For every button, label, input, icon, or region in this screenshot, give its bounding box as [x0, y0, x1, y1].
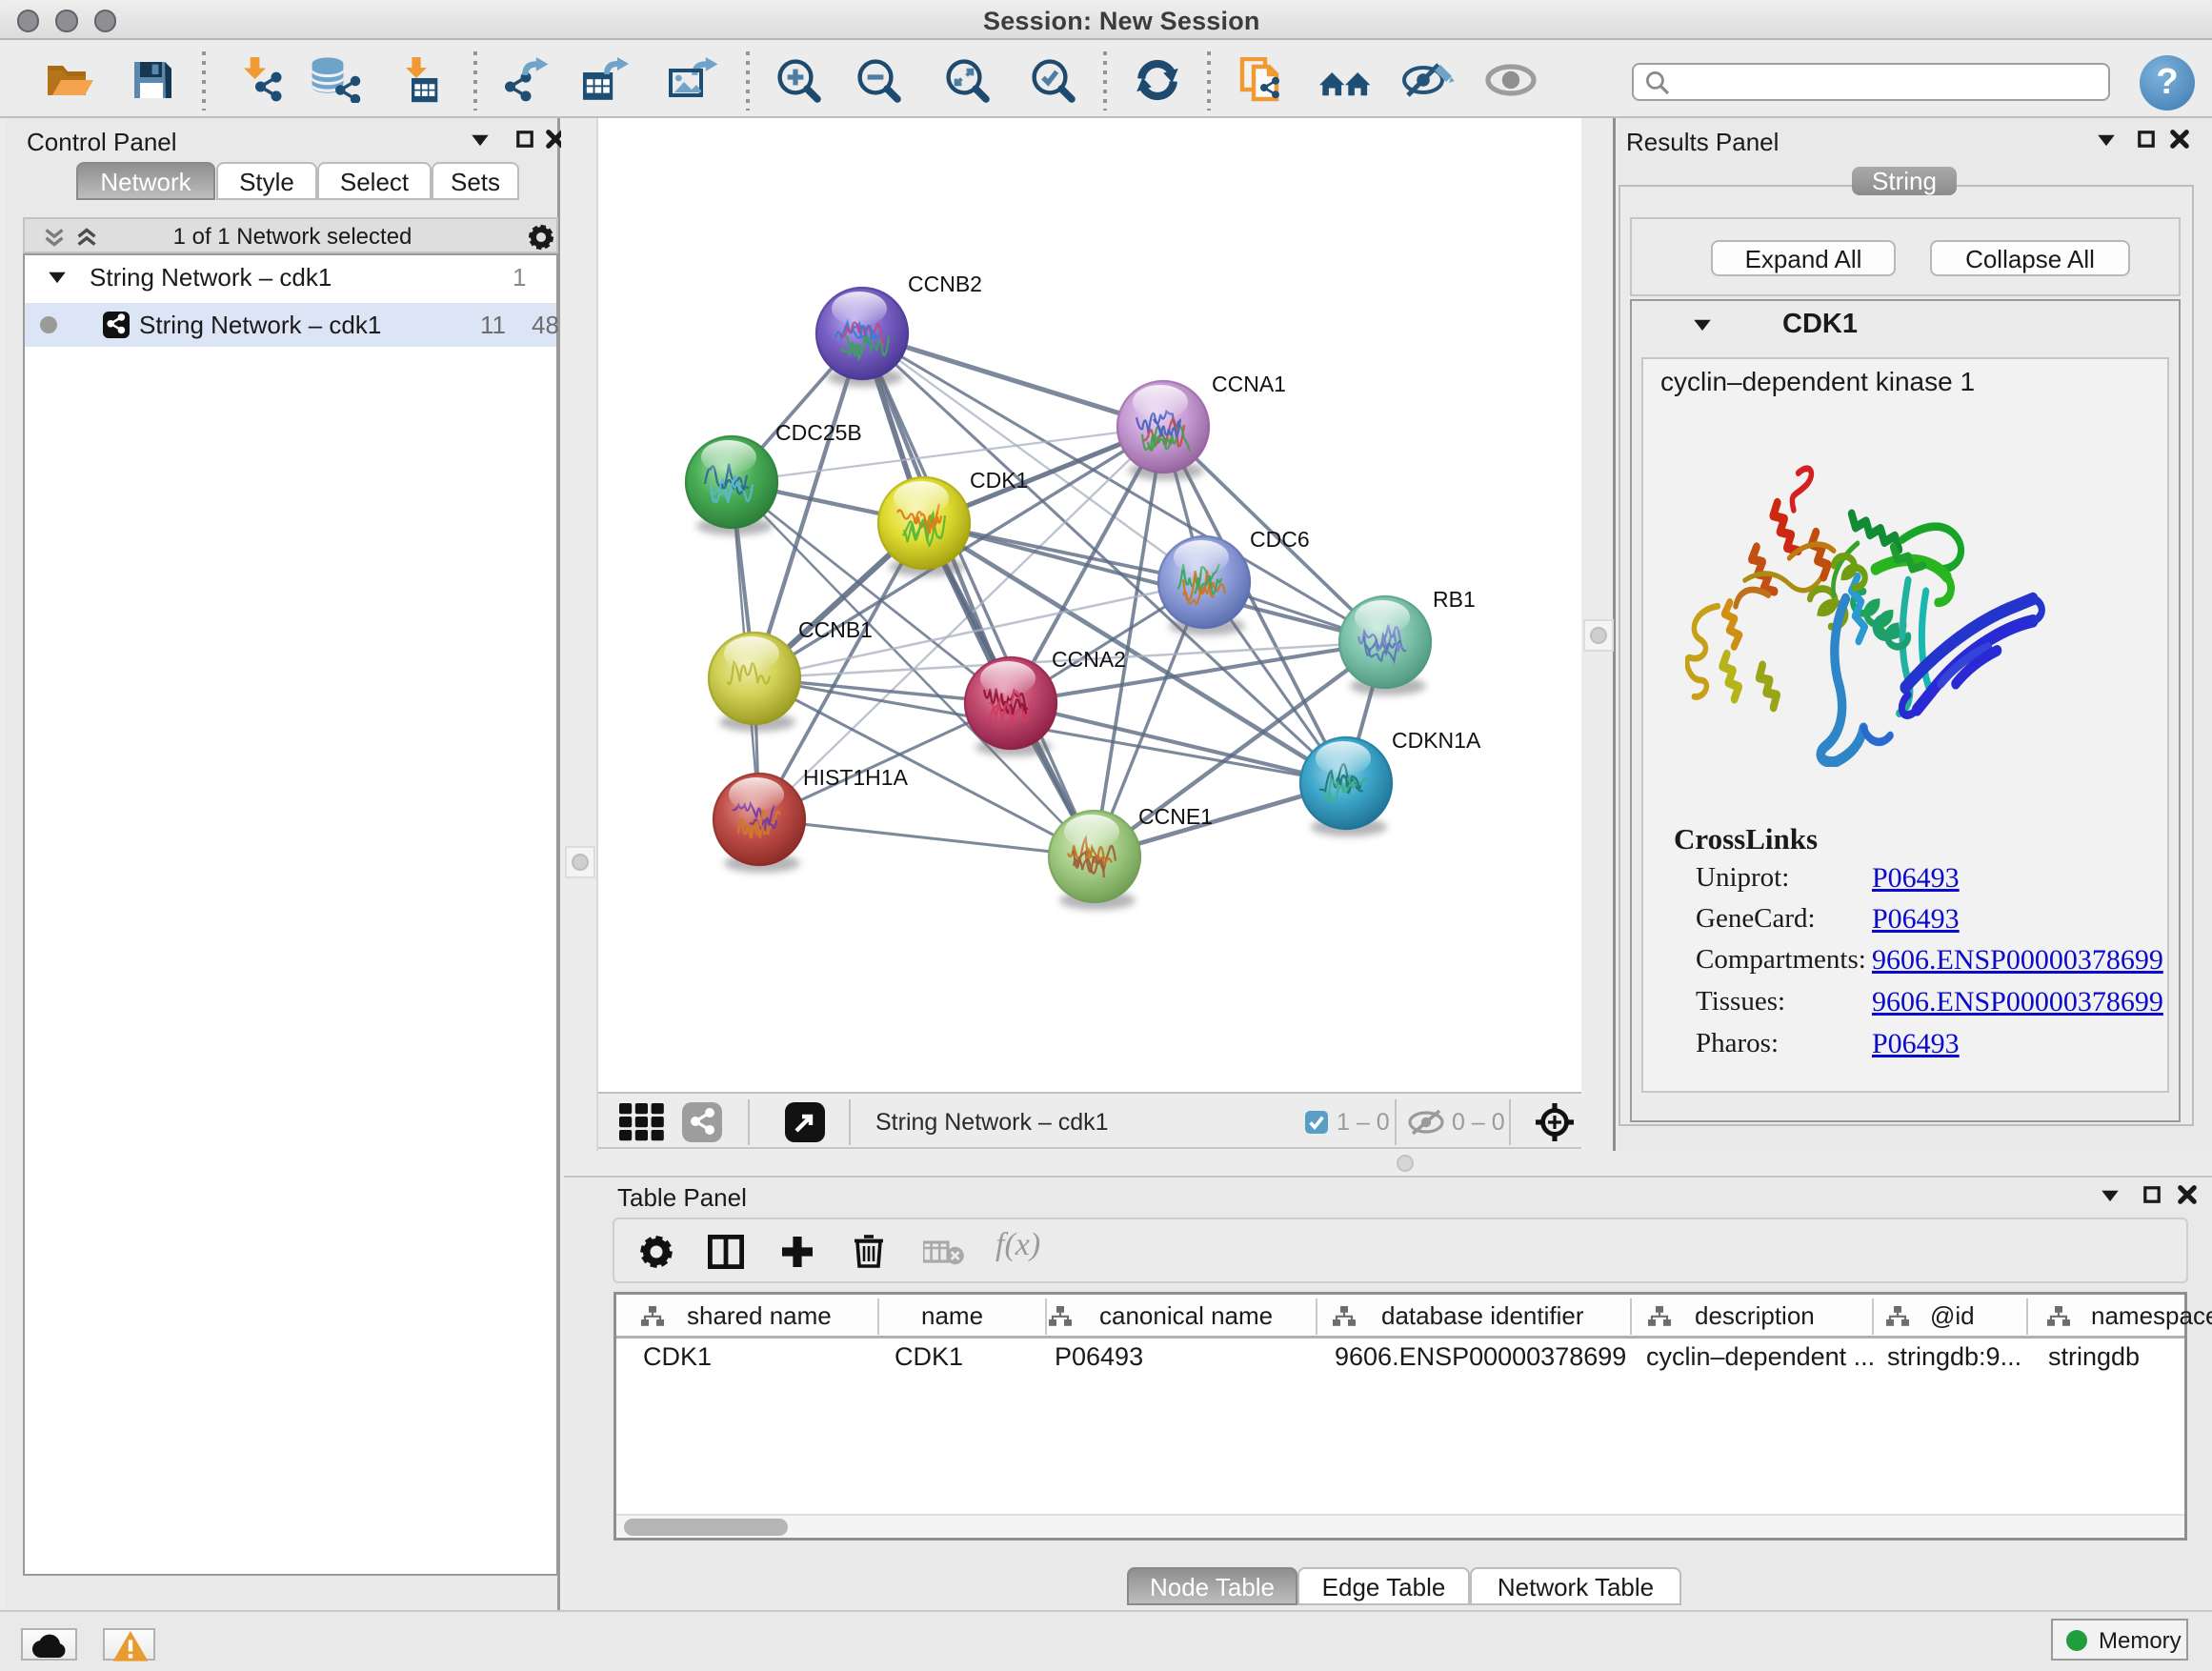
- svg-text:CDC25B: CDC25B: [775, 420, 862, 445]
- svg-text:CCNB1: CCNB1: [798, 617, 873, 642]
- svg-text:CDKN1A: CDKN1A: [1392, 728, 1481, 753]
- svg-text:CDC6: CDC6: [1250, 527, 1310, 552]
- svg-text:CDK1: CDK1: [970, 468, 1028, 493]
- svg-text:CCNB2: CCNB2: [908, 272, 982, 296]
- svg-text:CCNE1: CCNE1: [1138, 804, 1213, 829]
- svg-text:RB1: RB1: [1433, 587, 1476, 612]
- svg-text:CCNA1: CCNA1: [1212, 372, 1286, 396]
- svg-text:CCNA2: CCNA2: [1052, 647, 1126, 672]
- svg-text:HIST1H1A: HIST1H1A: [803, 765, 909, 790]
